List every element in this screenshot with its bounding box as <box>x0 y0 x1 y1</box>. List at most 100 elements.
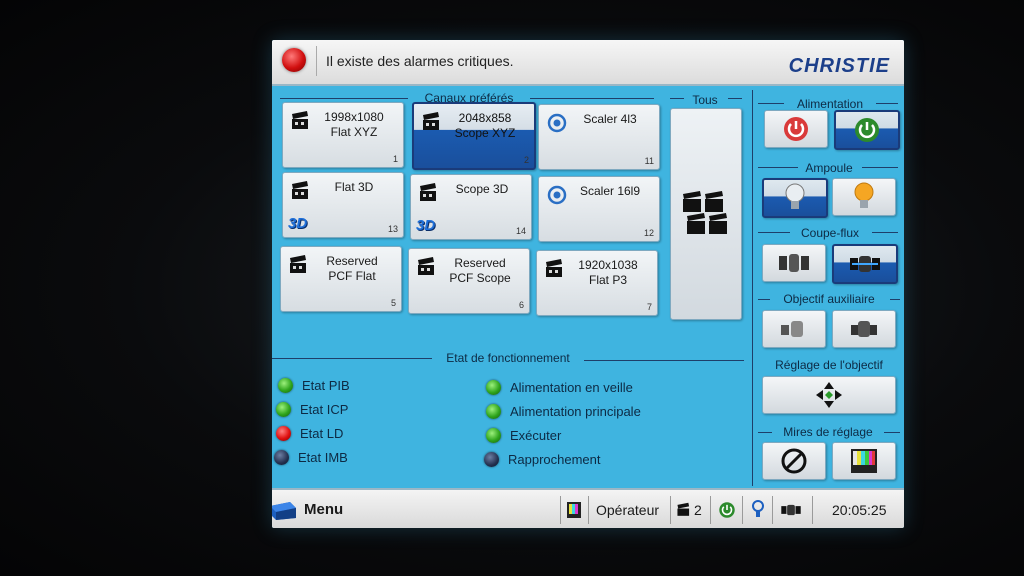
divider <box>758 232 790 233</box>
all-heading: Tous <box>692 93 718 107</box>
channel-number: 11 <box>644 156 654 166</box>
divider <box>560 496 561 524</box>
shutter-status-icon <box>781 504 801 516</box>
status-label-ld: Etat LD <box>300 426 344 441</box>
clapper-icon <box>677 502 690 516</box>
status-led-main-power <box>486 404 501 419</box>
channel-tile-11[interactable]: Scaler 4l3 11 <box>538 104 660 170</box>
test-pattern-off-button[interactable] <box>762 442 826 480</box>
power-heading: Alimentation <box>796 97 864 111</box>
lens-out-icon <box>781 321 803 337</box>
divider <box>530 98 654 99</box>
channel-number: 12 <box>643 228 654 238</box>
channel-tile-2[interactable]: 2048x858 Scope XYZ 2 <box>412 102 536 170</box>
lens-adjust-button[interactable] <box>762 376 896 414</box>
clock: 20:05:25 <box>832 502 887 518</box>
shutter-heading: Coupe-flux <box>800 226 860 240</box>
status-label-imb: Etat IMB <box>298 450 348 465</box>
status-label-main-power: Alimentation principale <box>510 404 641 419</box>
power-off-button[interactable] <box>764 110 828 148</box>
channel-tile-14[interactable]: Scope 3D 3D 14 <box>410 174 532 240</box>
shutter-open-button[interactable] <box>762 244 826 282</box>
power-status-icon <box>719 502 735 518</box>
power-on-icon <box>855 118 879 142</box>
divider <box>742 496 743 524</box>
power-on-button[interactable] <box>834 110 900 150</box>
channel-number: 6 <box>518 300 524 310</box>
status-led-icp <box>276 402 291 417</box>
divider <box>710 496 711 524</box>
divider <box>316 46 317 76</box>
divider <box>758 432 772 433</box>
status-label-reconcile: Rapprochement <box>508 452 601 467</box>
bulb-off-icon <box>785 183 805 209</box>
divider <box>670 496 671 524</box>
aux-lens-out-button[interactable] <box>762 310 826 348</box>
divider <box>758 167 798 168</box>
clapper-icon <box>292 181 308 199</box>
divider <box>588 496 589 524</box>
divider <box>862 167 898 168</box>
divider <box>876 103 898 104</box>
aux-lens-heading: Objectif auxiliaire <box>783 292 875 306</box>
status-led-ld <box>276 426 291 441</box>
divider <box>728 98 742 99</box>
alarm-message: Il existe des alarmes critiques. <box>326 53 514 69</box>
menu-button[interactable]: Menu <box>272 490 392 528</box>
aux-lens-in-button[interactable] <box>832 310 896 348</box>
status-label-icp: Etat ICP <box>300 402 349 417</box>
lens-adjust-heading: Réglage de l'objectif <box>775 358 883 372</box>
test-pattern-button[interactable] <box>832 442 896 480</box>
divider <box>872 232 898 233</box>
clapper-icon <box>292 111 308 129</box>
status-led-pib <box>278 378 293 393</box>
channel-number: 2 <box>523 155 529 165</box>
channel-tile-12[interactable]: Scaler 16l9 12 <box>538 176 660 242</box>
lamp-off-button[interactable] <box>762 178 828 218</box>
status-heading: Etat de fonctionnement <box>446 351 570 365</box>
status-label-standby-power: Alimentation en veille <box>510 380 633 395</box>
scaler-icon <box>547 185 567 205</box>
divider <box>272 358 432 359</box>
four-arrows-icon <box>816 382 842 408</box>
shutter-closed-icon <box>850 256 880 272</box>
channel-tile-1[interactable]: 1998x1080 Flat XYZ 1 <box>282 102 404 168</box>
3d-badge: 3D <box>416 217 436 234</box>
status-led-reconcile <box>484 452 499 467</box>
channel-tile-7[interactable]: 1920x1038 Flat P3 7 <box>536 250 658 316</box>
critical-alarm-indicator[interactable] <box>282 48 306 72</box>
divider <box>752 90 753 486</box>
test-patterns-heading: Mires de réglage <box>783 425 873 439</box>
all-channels-button[interactable] <box>670 108 742 320</box>
shutter-open-icon <box>779 254 809 272</box>
channel-number: 7 <box>646 302 652 312</box>
menu-label: Menu <box>304 501 344 518</box>
clapper-icon <box>420 183 436 201</box>
lamp-heading: Ampoule <box>805 161 853 175</box>
shutter-close-button[interactable] <box>832 244 898 284</box>
bulb-on-icon <box>854 182 874 208</box>
clapper-icon <box>290 255 306 273</box>
3d-badge: 3D <box>288 215 308 232</box>
lens-in-icon <box>851 321 877 337</box>
user-role[interactable]: Opérateur <box>596 502 659 518</box>
status-label-pib: Etat PIB <box>302 378 350 393</box>
clapper-stack-icon <box>683 191 727 234</box>
divider <box>670 98 684 99</box>
channel-tile-5[interactable]: Reserved PCF Flat 5 <box>280 246 402 312</box>
projector-control-screen: Il existe des alarmes critiques. CHRISTI… <box>272 40 904 528</box>
christie-logo: CHRISTIE <box>788 55 890 77</box>
divider <box>584 360 744 361</box>
active-channel-number: 2 <box>694 502 702 518</box>
clapper-icon <box>546 259 562 277</box>
channel-tile-13[interactable]: Flat 3D 3D 13 <box>282 172 404 238</box>
divider <box>884 432 900 433</box>
lamp-on-button[interactable] <box>832 178 896 216</box>
status-led-imb <box>274 450 289 465</box>
alarm-bar: Il existe des alarmes critiques. CHRISTI… <box>272 40 904 86</box>
divider <box>890 299 900 300</box>
divider <box>758 103 784 104</box>
divider <box>280 98 408 99</box>
channel-tile-6[interactable]: Reserved PCF Scope 6 <box>408 248 530 314</box>
channel-number: 1 <box>392 154 398 164</box>
